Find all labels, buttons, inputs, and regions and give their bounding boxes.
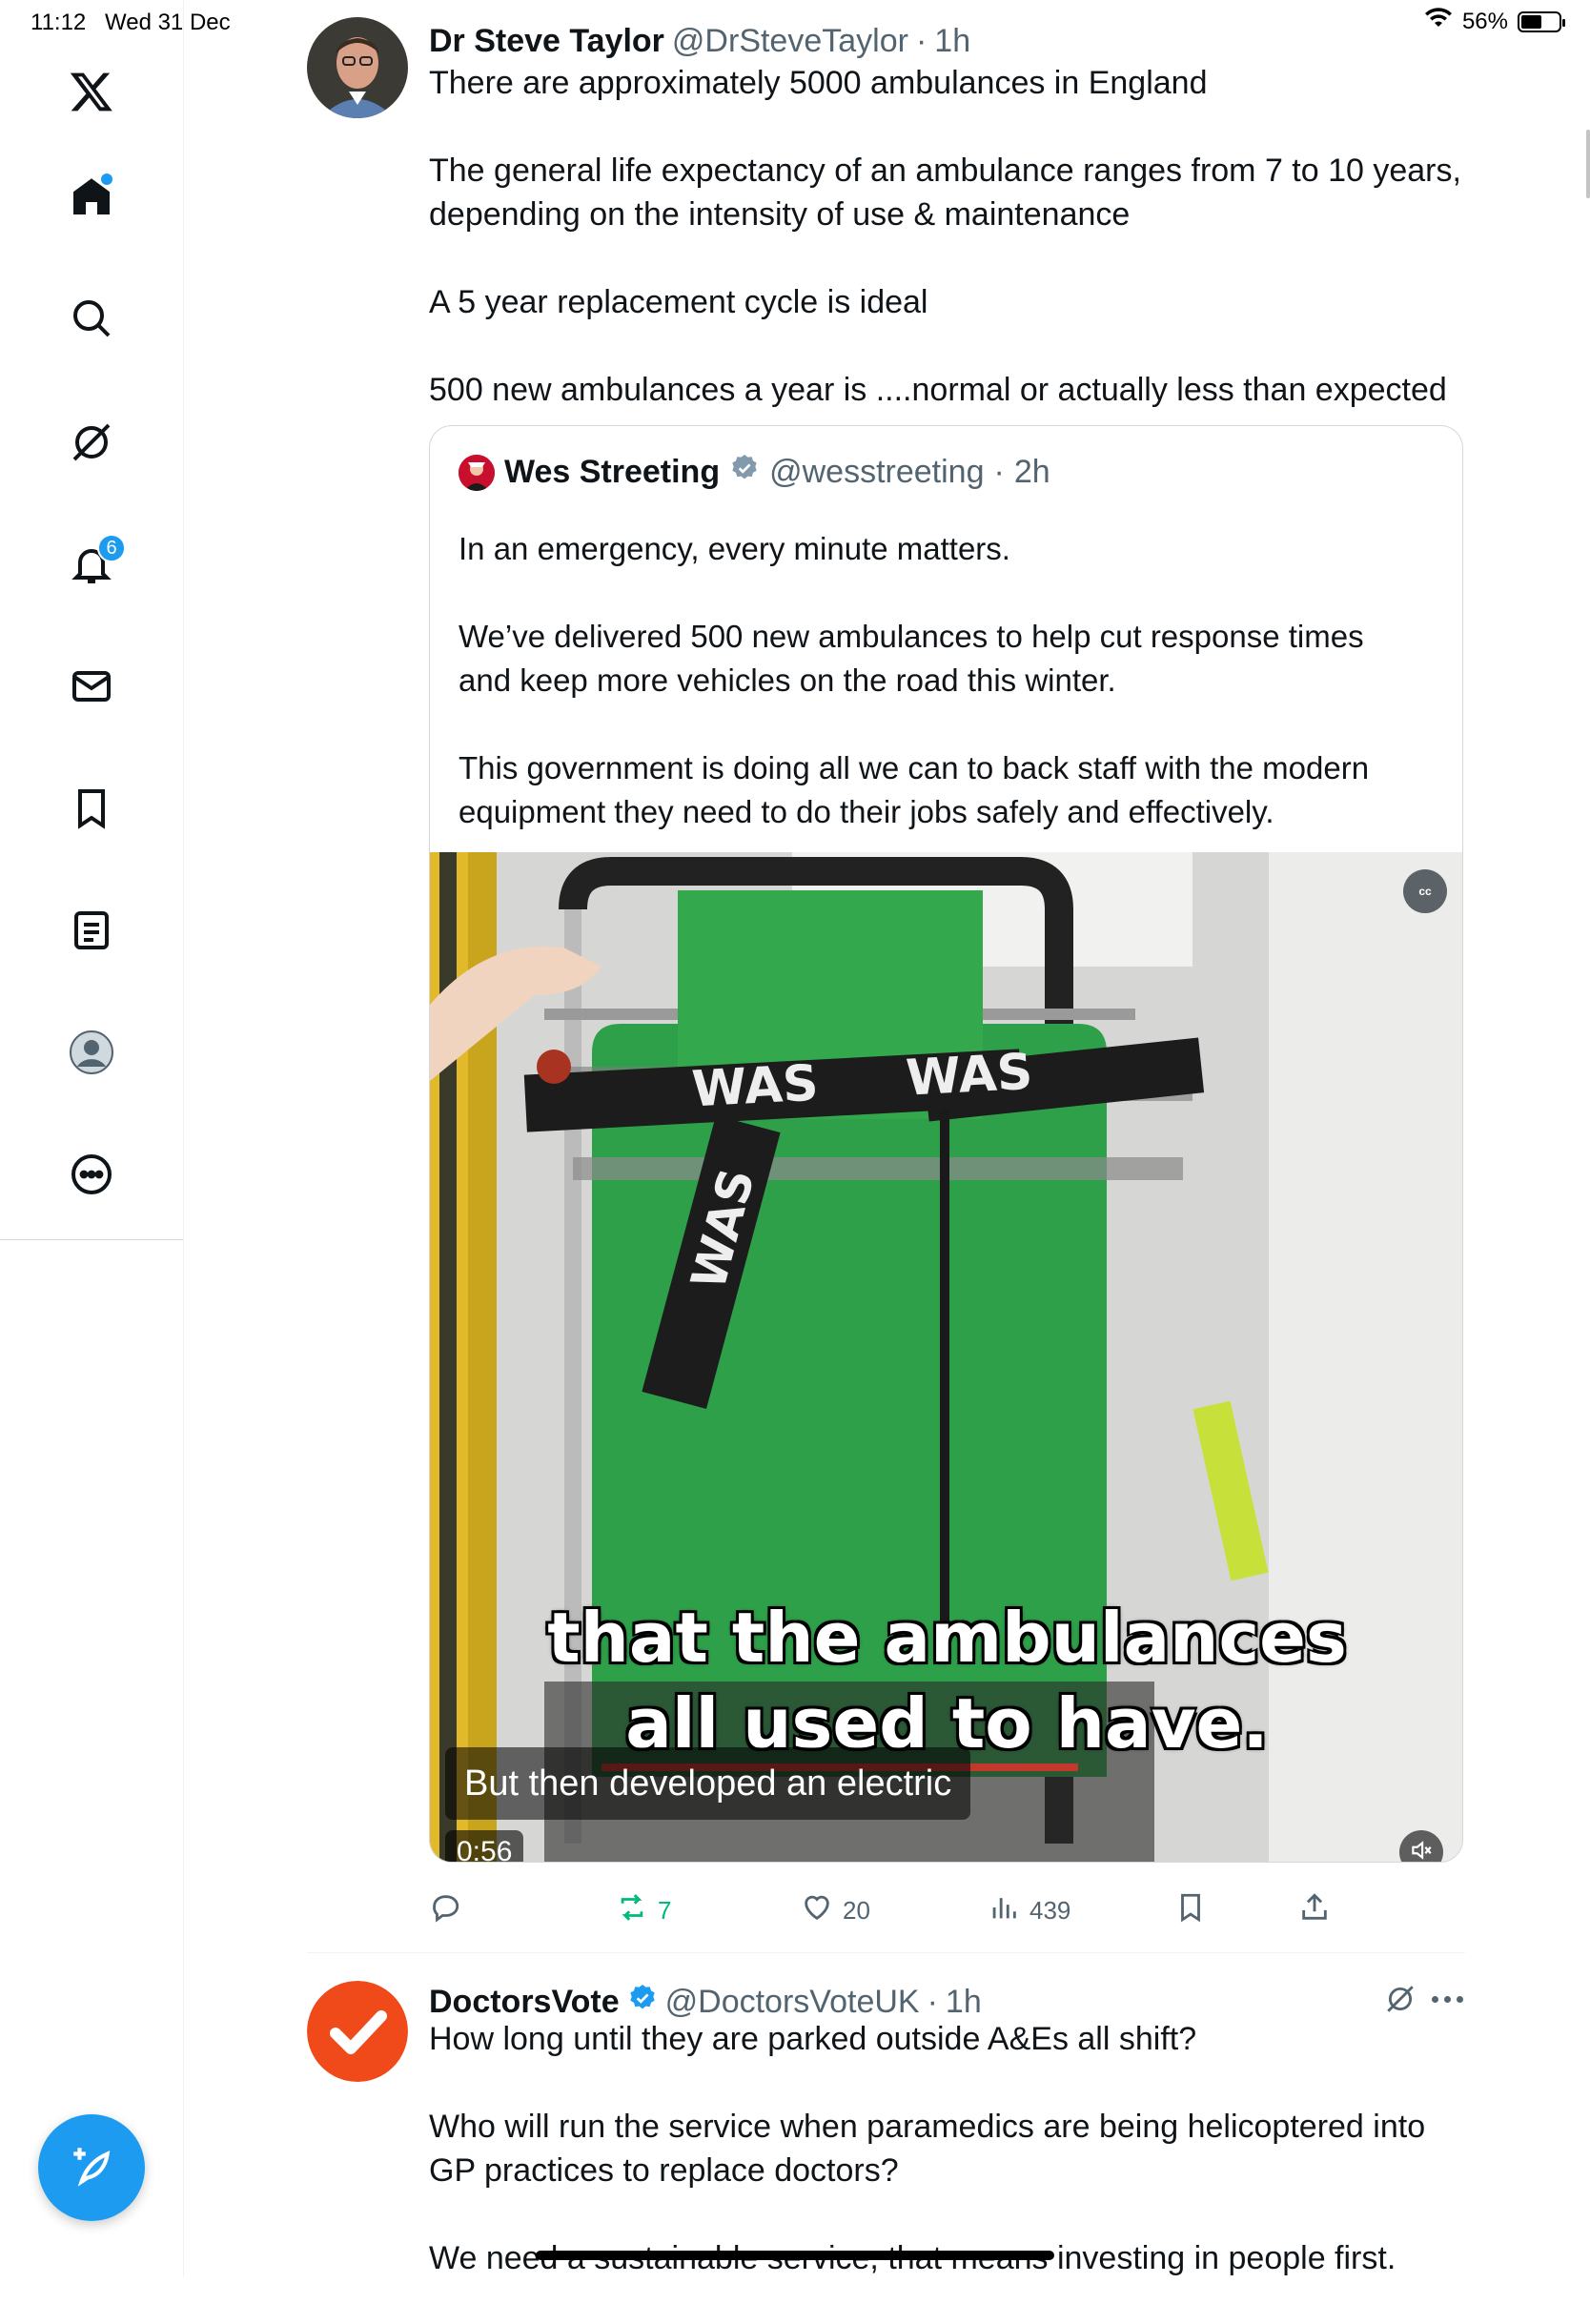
battery-icon [1518, 10, 1565, 32]
share-button[interactable] [1298, 1891, 1331, 1930]
tweet-actions: 7 20 439 [429, 1891, 1463, 1948]
tweet-steve-taylor[interactable]: Dr Steve Taylor @DrSteveTaylor · 1h Ther… [307, 17, 1465, 1943]
tweet-paragraph: A 5 year replacement cycle is ideal [429, 284, 928, 320]
profile-icon [69, 1029, 114, 1080]
sidebar-item-messages[interactable] [53, 650, 130, 726]
sidebar: 6 [0, 0, 184, 2276]
battery-fill [1521, 14, 1541, 29]
video-player[interactable]: WAS WAS WAS cc that the ambulances all u… [430, 852, 1462, 1863]
author-name[interactable]: Dr Steve Taylor [429, 23, 664, 60]
quote-paragraph: In an emergency, every minute matters. [459, 531, 1010, 566]
sidebar-item-bookmarks[interactable] [53, 772, 130, 848]
retweet-count: 7 [658, 1896, 672, 1925]
sidebar-item-more[interactable] [53, 1138, 130, 1214]
quote-time[interactable]: 2h [1014, 454, 1050, 491]
grok-icon[interactable] [1384, 1983, 1417, 2020]
strap-text: WAS [690, 1055, 820, 1119]
strap-text: WAS [905, 1044, 1034, 1108]
quote-avatar[interactable] [459, 454, 495, 491]
compose-feather-icon [68, 2142, 115, 2194]
tweet-header: Dr Steve Taylor @DrSteveTaylor · 1h [429, 23, 970, 60]
quote-paragraph: We’ve delivered 500 new ambulances to he… [459, 619, 1364, 698]
quote-paragraph: This government is doing all we can to b… [459, 750, 1370, 829]
like-count: 20 [843, 1896, 870, 1925]
share-icon [1298, 1891, 1331, 1930]
tweet-text: How long until they are parked outside A… [429, 2017, 1478, 2324]
verified-badge-icon [729, 453, 760, 492]
header-separator: · [915, 23, 928, 59]
views-count: 439 [1029, 1896, 1071, 1925]
compose-button[interactable] [38, 2114, 145, 2221]
x-logo-icon[interactable] [53, 53, 130, 130]
bookmark-icon [69, 785, 114, 836]
bookmark-icon [1174, 1891, 1207, 1930]
sidebar-divider [0, 1239, 183, 1240]
author-handle[interactable]: @DrSteveTaylor [672, 23, 908, 60]
quote-author-handle[interactable]: @wesstreeting [769, 454, 984, 491]
views-chart-icon [988, 1891, 1020, 1930]
speaker-muted-icon [1409, 1838, 1434, 1863]
search-icon [69, 296, 114, 346]
battery-percent: 56% [1461, 8, 1508, 34]
home-unread-dot [101, 173, 112, 185]
envelope-icon [69, 663, 114, 714]
bookmark-button[interactable] [1174, 1891, 1207, 1930]
sidebar-item-home[interactable] [53, 160, 130, 236]
video-duration: 0:56 [445, 1830, 524, 1862]
quote-header: Wes Streeting @wesstreeting · 2h [459, 453, 1050, 492]
tweet-text: There are approximately 5000 ambulances … [429, 61, 1478, 456]
quote-text: In an emergency, every minute matters. W… [459, 527, 1421, 878]
avatar[interactable] [307, 1981, 408, 2082]
retweet-icon [616, 1891, 648, 1930]
sidebar-item-explore[interactable] [53, 282, 130, 358]
views-button[interactable]: 439 [988, 1891, 1070, 1930]
author-handle[interactable]: @DoctorsVoteUK [665, 1984, 920, 2021]
scroll-indicator[interactable] [1586, 130, 1590, 198]
closed-captions-button[interactable]: cc [1403, 869, 1447, 913]
tweet-time[interactable]: 1h [946, 1984, 982, 2021]
more-options-icon[interactable] [1432, 1996, 1463, 2003]
grok-icon [69, 419, 114, 470]
quoted-tweet[interactable]: Wes Streeting @wesstreeting · 2h In an e… [429, 425, 1463, 1863]
sidebar-item-grok[interactable] [53, 406, 130, 482]
list-icon [69, 907, 114, 958]
tweet-paragraph: 500 new ambulances a year is ....normal … [429, 372, 1447, 408]
more-icon [69, 1152, 114, 1202]
author-name[interactable]: DoctorsVote [429, 1984, 620, 2021]
sidebar-item-notifications[interactable]: 6 [53, 528, 130, 604]
tweet-divider [307, 1952, 1465, 1953]
reply-button[interactable] [429, 1891, 471, 1930]
tweet-paragraph: How long until they are parked outside A… [429, 2021, 1197, 2057]
tweet-doctorsvote[interactable]: DoctorsVote @DoctorsVoteUK · 1h How long… [307, 1973, 1465, 2276]
retweet-button[interactable]: 7 [616, 1891, 671, 1930]
tweet-paragraph: There are approximately 5000 ambulances … [429, 65, 1208, 101]
heart-icon [801, 1891, 833, 1930]
home-indicator[interactable] [536, 2251, 1054, 2260]
tweet-time[interactable]: 1h [934, 23, 970, 60]
tweet-paragraph: Who will run the service when paramedics… [429, 2109, 1435, 2189]
notification-badge: 6 [97, 534, 126, 562]
video-subtitle: But then developed an electric [445, 1747, 971, 1820]
tweet-paragraph: The general life expectancy of an ambula… [429, 153, 1471, 233]
avatar[interactable] [307, 17, 408, 118]
verified-badge-icon [627, 1983, 658, 2022]
sidebar-item-profile[interactable] [53, 1016, 130, 1092]
tweet-header: DoctorsVote @DoctorsVoteUK · 1h [429, 1983, 982, 2022]
header-separator: · [927, 1984, 938, 2020]
quote-header-separator: · [993, 454, 1005, 490]
reply-icon [429, 1891, 461, 1930]
like-button[interactable]: 20 [801, 1891, 870, 1930]
quote-author-name[interactable]: Wes Streeting [504, 454, 720, 491]
sidebar-item-lists[interactable] [53, 894, 130, 970]
video-burned-caption: that the ambulances [547, 1598, 1347, 1678]
